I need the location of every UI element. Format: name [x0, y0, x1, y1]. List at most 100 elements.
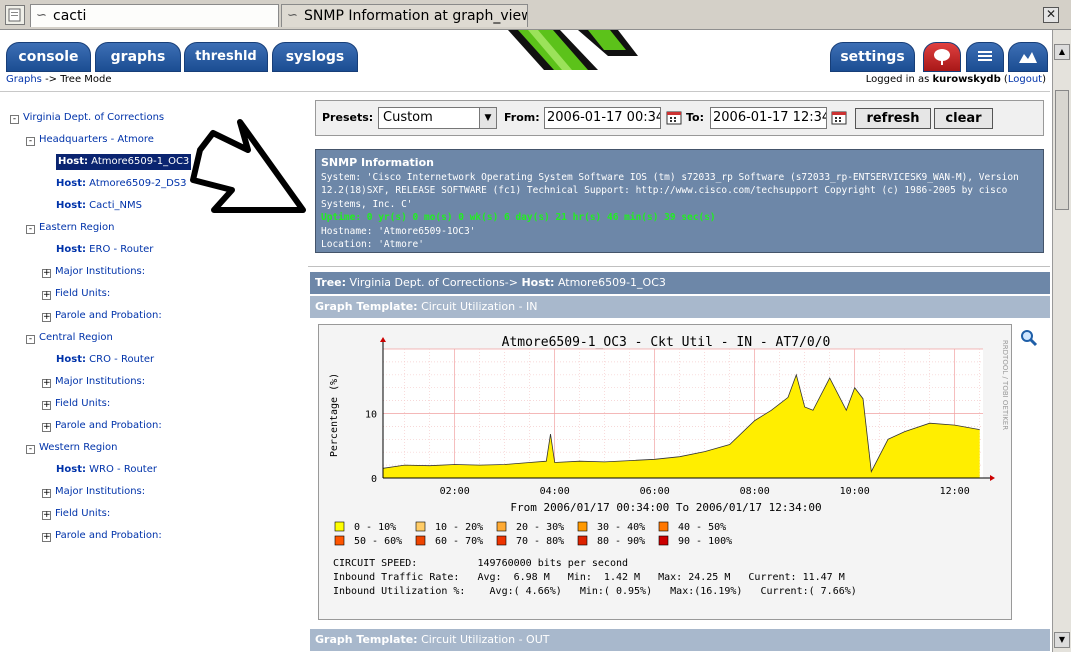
tab-settings[interactable]: settings: [830, 42, 915, 72]
presets-label: Presets:: [322, 111, 374, 124]
refresh-button[interactable]: refresh: [855, 108, 931, 129]
tree-host-item[interactable]: Host: Atmore6509-2_DS3: [56, 176, 187, 192]
collapse-icon[interactable]: -: [26, 225, 35, 234]
timespan-presets-bar: Presets: Custom ▼ From: 2006-01-17 00:34…: [315, 100, 1044, 136]
close-tab-icon[interactable]: ✕: [1043, 7, 1059, 23]
zoom-magnifier-icon[interactable]: [1020, 329, 1038, 351]
collapse-icon[interactable]: -: [26, 137, 35, 146]
calendar-icon[interactable]: [666, 110, 682, 125]
tab-graphs[interactable]: graphs: [95, 42, 181, 72]
tree-folder-item[interactable]: - Headquarters - Atmore: [26, 132, 154, 148]
y-axis-label: Percentage (%): [329, 373, 340, 457]
to-date-input[interactable]: 2006-01-17 12:34: [710, 107, 827, 129]
tree-item-label: Field Units:: [55, 288, 111, 299]
link-icon: ∽: [36, 8, 47, 23]
utilization-chart: Atmore6509-1_OC3 - Ckt Util - IN - AT7/0…: [329, 335, 1009, 597]
legend-swatch: [415, 535, 426, 546]
vertical-scrollbar[interactable]: ▲ ▼: [1052, 30, 1071, 652]
legend-label: 50 - 60%: [354, 536, 402, 547]
tree-folder-item[interactable]: + Field Units:: [42, 506, 110, 522]
legend-swatch: [577, 521, 588, 532]
tree-item-label: Major Institutions:: [55, 486, 146, 497]
snmp-system: System: 'Cisco Internetwork Operating Sy…: [321, 171, 1019, 210]
tree-folder-item[interactable]: + Major Institutions:: [42, 484, 145, 500]
chevron-down-icon[interactable]: ▼: [479, 108, 496, 128]
tree-folder-item[interactable]: + Field Units:: [42, 396, 110, 412]
tree-host-value: Atmore6509-1_OC3: [557, 276, 666, 289]
collapse-icon[interactable]: -: [10, 115, 19, 124]
expand-icon[interactable]: +: [42, 423, 51, 432]
tree-path-label: Tree:: [315, 276, 347, 289]
tree-folder-item[interactable]: + Parole and Probation:: [42, 418, 162, 434]
browser-tab-cacti[interactable]: ∽ cacti: [30, 4, 279, 27]
snmp-location: Location: 'Atmore': [321, 239, 424, 250]
tree-item-label: Eastern Region: [39, 222, 115, 233]
tree-folder-item[interactable]: - Western Region: [26, 440, 117, 456]
breadcrumb-graphs-link[interactable]: Graphs: [6, 74, 42, 85]
new-tab-icon[interactable]: [5, 5, 25, 25]
graph-template-bar-out: Graph Template: Circuit Utilization - OU…: [310, 629, 1050, 651]
rrd-graph-image[interactable]: Atmore6509-1_OC3 - Ckt Util - IN - AT7/0…: [318, 324, 1012, 620]
tree-folder-item[interactable]: + Major Institutions:: [42, 264, 145, 280]
tree-folder-item[interactable]: - Virginia Dept. of Corrections: [10, 110, 164, 126]
graph-template-label: Graph Template:: [315, 300, 418, 313]
tab-console[interactable]: console: [6, 42, 91, 72]
legend-swatch: [577, 535, 588, 546]
tree-folder-item[interactable]: + Parole and Probation:: [42, 528, 162, 544]
expand-icon[interactable]: +: [42, 313, 51, 322]
from-date-input[interactable]: 2006-01-17 00:34: [544, 107, 661, 129]
collapse-icon[interactable]: -: [26, 335, 35, 344]
scroll-down-icon[interactable]: ▼: [1054, 632, 1070, 648]
tree-host-prefix: Host:: [58, 156, 88, 167]
scroll-up-icon[interactable]: ▲: [1054, 44, 1070, 60]
tree-view-icon[interactable]: [923, 42, 961, 72]
expand-icon[interactable]: +: [42, 511, 51, 520]
presets-select[interactable]: Custom ▼: [378, 107, 497, 129]
login-prefix: Logged in as: [865, 74, 930, 85]
browser-tab-label: cacti: [53, 8, 87, 24]
expand-icon[interactable]: +: [42, 533, 51, 542]
browser-tab-snmp[interactable]: ∽ SNMP Information at graph_view...: [281, 4, 528, 27]
expand-icon[interactable]: +: [42, 379, 51, 388]
expand-icon[interactable]: +: [42, 291, 51, 300]
tab-syslogs[interactable]: syslogs: [272, 42, 358, 72]
tree-folder-item[interactable]: - Eastern Region: [26, 220, 114, 236]
tree-folder-item[interactable]: + Parole and Probation:: [42, 308, 162, 324]
x-tick-label: 10:00: [840, 486, 870, 497]
tree-folder-item[interactable]: + Major Institutions:: [42, 374, 145, 390]
from-label: From:: [504, 111, 540, 124]
legend-label: 0 - 10%: [354, 522, 396, 533]
expand-icon[interactable]: +: [42, 489, 51, 498]
list-view-icon[interactable]: [966, 42, 1004, 72]
tree-host-item[interactable]: Host: Cacti_NMS: [56, 198, 142, 214]
legend-label: 30 - 40%: [597, 522, 645, 533]
x-tick-label: 06:00: [640, 486, 670, 497]
logout-link[interactable]: Logout: [1008, 74, 1042, 85]
tree-host-prefix: Host:: [56, 244, 86, 255]
graph-template-label: Graph Template:: [315, 633, 418, 646]
x-tick-label: 02:00: [440, 486, 470, 497]
legend-label: 90 - 100%: [678, 536, 732, 547]
tree-item-label: Atmore6509-2_DS3: [89, 178, 187, 189]
preview-view-icon[interactable]: [1008, 42, 1048, 72]
tree-host-label: Host:: [521, 276, 555, 289]
tree-host-prefix: Host:: [56, 178, 86, 189]
tree-host-item[interactable]: Host: Atmore6509-1_OC3: [56, 154, 192, 170]
tree-host-prefix: Host:: [56, 464, 86, 475]
tree-host-item[interactable]: Host: WRO - Router: [56, 462, 157, 478]
scroll-thumb[interactable]: [1055, 90, 1069, 210]
tab-threshld[interactable]: threshld: [184, 42, 268, 72]
calendar-icon[interactable]: [831, 110, 847, 125]
tree-item-label: CRO - Router: [89, 354, 155, 365]
tree-folder-item[interactable]: - Central Region: [26, 330, 113, 346]
tree-host-item[interactable]: Host: CRO - Router: [56, 352, 154, 368]
header-artwork: [498, 30, 648, 70]
x-axis-arrow: [990, 475, 995, 481]
snmp-information-panel: SNMP Information System: 'Cisco Internet…: [315, 149, 1044, 253]
tree-host-item[interactable]: Host: ERO - Router: [56, 242, 153, 258]
expand-icon[interactable]: +: [42, 269, 51, 278]
collapse-icon[interactable]: -: [26, 445, 35, 454]
clear-button[interactable]: clear: [934, 108, 993, 129]
tree-folder-item[interactable]: + Field Units:: [42, 286, 110, 302]
expand-icon[interactable]: +: [42, 401, 51, 410]
